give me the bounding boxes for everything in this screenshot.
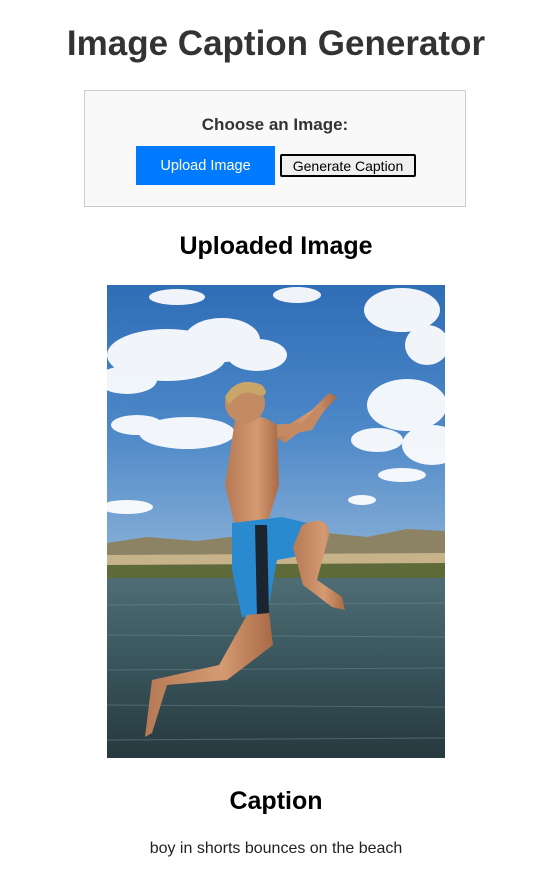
choose-image-label: Choose an Image: (201, 115, 349, 134)
generate-caption-button[interactable]: Generate Caption (280, 154, 416, 177)
caption-heading: Caption (229, 787, 323, 815)
uploaded-image-heading: Uploaded Image (179, 232, 373, 260)
uploaded-image (107, 285, 445, 758)
upload-image-button[interactable]: Upload Image (136, 146, 275, 185)
page: Image Caption Generator Choose an Image:… (0, 0, 536, 877)
caption-text: boy in shorts bounces on the beach (149, 840, 403, 857)
page-title: Image Caption Generator (66, 24, 486, 63)
upload-panel: Choose an Image: Upload Image Generate C… (84, 90, 466, 207)
